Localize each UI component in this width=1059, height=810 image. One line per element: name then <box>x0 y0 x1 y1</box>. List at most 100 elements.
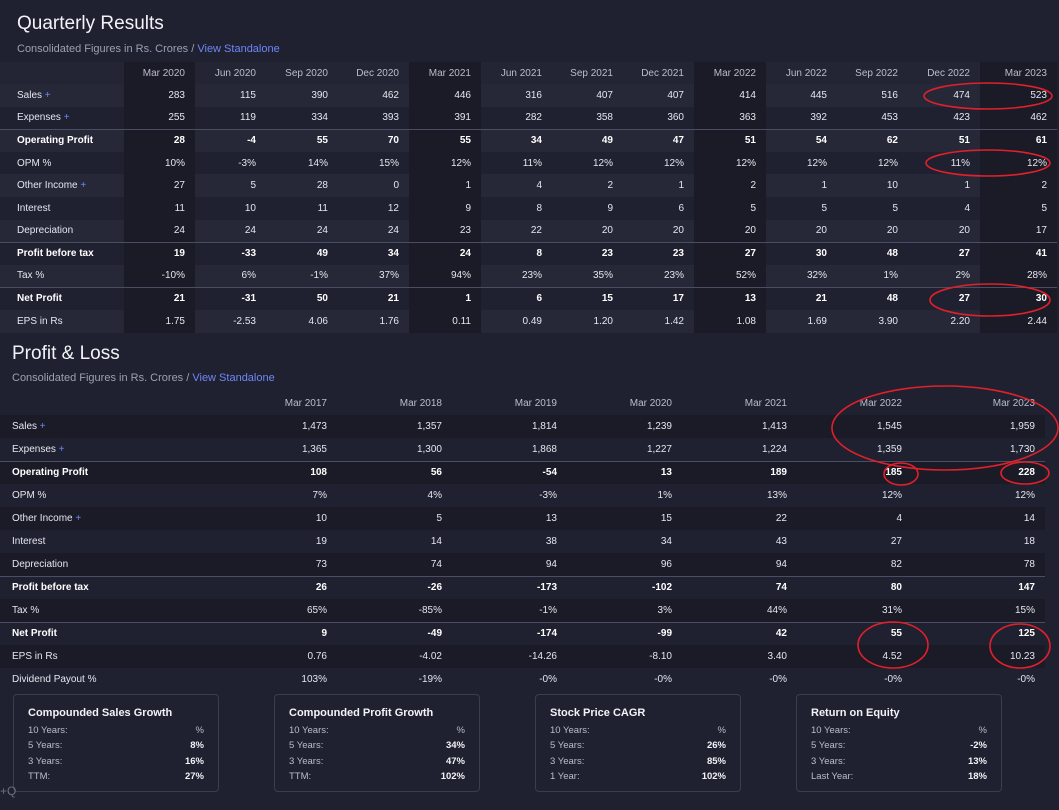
expand-plus-icon[interactable]: + <box>64 112 70 123</box>
row-label: Depreciation <box>0 219 124 243</box>
column-header[interactable]: Mar 2022 <box>797 392 912 415</box>
table-cell: 1,473 <box>220 415 337 438</box>
table-cell: 115 <box>195 84 266 107</box>
column-header[interactable]: Mar 2023 <box>912 392 1045 415</box>
table-cell: 38 <box>452 530 567 553</box>
table-cell: 22 <box>682 507 797 530</box>
profit-loss-view-standalone-link[interactable]: View Standalone <box>192 372 274 384</box>
ratio-card-row: 5 Years: 26% <box>550 738 726 753</box>
table-cell: -0% <box>452 668 567 691</box>
table-cell: 119 <box>195 106 266 130</box>
column-header[interactable]: Mar 2023 <box>980 62 1057 84</box>
row-label-text: OPM % <box>17 157 52 169</box>
row-label[interactable]: Sales + <box>0 84 124 107</box>
column-header[interactable]: Jun 2022 <box>766 62 837 84</box>
expand-plus-icon[interactable]: + <box>80 180 86 191</box>
table-cell: 1% <box>837 264 908 288</box>
table-cell: -33 <box>195 241 266 265</box>
expand-plus-icon[interactable]: + <box>45 90 51 101</box>
table-cell: 423 <box>908 106 980 130</box>
table-cell: 125 <box>912 621 1045 645</box>
table-cell: 27 <box>797 530 912 553</box>
table-cell: 42 <box>682 621 797 645</box>
column-header[interactable]: Dec 2020 <box>338 62 409 84</box>
table-cell: 20 <box>694 219 766 243</box>
table-cell: 1,365 <box>220 438 337 461</box>
table-cell: 393 <box>338 106 409 130</box>
table-cell: -1% <box>452 599 567 622</box>
table-cell: 334 <box>266 106 338 130</box>
table-cell: 27 <box>124 174 195 197</box>
table-cell: 24 <box>195 219 266 243</box>
column-header[interactable]: Mar 2017 <box>220 392 337 415</box>
ratio-value: 8% <box>190 740 204 752</box>
column-header[interactable]: Mar 2019 <box>452 392 567 415</box>
column-header[interactable]: Mar 2021 <box>409 62 481 84</box>
row-label: Interest <box>0 196 124 220</box>
table-cell: 3.40 <box>682 645 797 668</box>
column-header[interactable]: Jun 2020 <box>195 62 266 84</box>
column-header[interactable]: Sep 2020 <box>266 62 338 84</box>
ratio-card-row: 5 Years: -2% <box>811 738 987 753</box>
table-cell: 94% <box>409 264 481 288</box>
ratio-card: Return on Equity 10 Years:% 5 Years: -2% 3 Y… <box>796 694 1002 792</box>
column-header[interactable]: Dec 2022 <box>908 62 980 84</box>
table-cell: 1,959 <box>912 415 1045 438</box>
table-cell: 15 <box>567 507 682 530</box>
column-header[interactable]: Mar 2020 <box>124 62 195 84</box>
row-label-text: OPM % <box>12 490 47 501</box>
ratio-period-label: Last Year: <box>811 771 854 783</box>
row-label: Operating Profit <box>0 128 124 152</box>
table-cell: 23 <box>623 241 694 265</box>
table-cell: 5 <box>195 174 266 197</box>
table-cell: 7% <box>220 484 337 507</box>
table-cell: 523 <box>980 84 1057 107</box>
row-label-text: Sales <box>17 89 43 101</box>
ratio-value: % <box>456 725 465 737</box>
ratio-value: 16% <box>184 755 204 767</box>
table-cell: 27 <box>694 241 766 265</box>
column-header[interactable]: Mar 2021 <box>682 392 797 415</box>
table-cell: 54 <box>766 128 837 152</box>
column-header[interactable]: Jun 2021 <box>481 62 552 84</box>
row-label[interactable]: Expenses + <box>0 106 124 130</box>
table-cell: -3% <box>452 484 567 507</box>
table-cell: 4 <box>481 174 552 197</box>
table-cell: 23 <box>409 219 481 243</box>
table-row: OPM % 10% -3% 14% 15% 12% 11% 12% 12% 12% 12% 12% 11… <box>0 151 1057 175</box>
row-label[interactable]: Sales + <box>0 415 220 438</box>
table-cell: 2 <box>694 174 766 197</box>
table-cell: 61 <box>980 128 1057 152</box>
column-header[interactable]: Mar 2018 <box>337 392 452 415</box>
expand-plus-icon[interactable]: + <box>59 444 65 455</box>
table-cell: 20 <box>623 219 694 243</box>
table-cell: 51 <box>694 128 766 152</box>
expand-plus-icon[interactable]: + <box>75 513 81 524</box>
column-header[interactable]: Sep 2022 <box>837 62 908 84</box>
column-header[interactable]: Mar 2020 <box>567 392 682 415</box>
row-label[interactable]: Other Income + <box>0 507 220 530</box>
column-header[interactable]: Sep 2021 <box>552 62 623 84</box>
table-cell: 49 <box>552 128 623 152</box>
table-cell: -0% <box>567 668 682 691</box>
row-label[interactable]: Expenses + <box>0 438 220 461</box>
ratio-period-label: 3 Years: <box>28 755 63 767</box>
table-cell: 11% <box>481 151 552 175</box>
column-header[interactable]: Mar 2022 <box>694 62 766 84</box>
row-label: Net Profit <box>0 286 124 310</box>
row-label[interactable]: Other Income + <box>0 174 124 197</box>
ratio-value: % <box>195 725 204 737</box>
column-header[interactable]: Dec 2021 <box>623 62 694 84</box>
quarterly-view-standalone-link[interactable]: View Standalone <box>197 43 279 55</box>
table-cell: 1.69 <box>766 309 837 333</box>
table-cell: 2.44 <box>980 309 1057 333</box>
ratio-value: 27% <box>184 771 204 783</box>
table-cell: 358 <box>552 106 623 130</box>
table-cell: 5 <box>766 196 837 220</box>
table-cell: 14 <box>912 507 1045 530</box>
row-label-text: Profit before tax <box>12 582 89 594</box>
ratio-card-title: Return on Equity <box>811 707 900 719</box>
expand-plus-icon[interactable]: + <box>40 421 46 432</box>
table-cell: 14% <box>266 151 338 175</box>
table-row: Net Profit 21 -31 50 21 1 6 15 17 13 21 48 27 30 <box>0 286 1057 310</box>
